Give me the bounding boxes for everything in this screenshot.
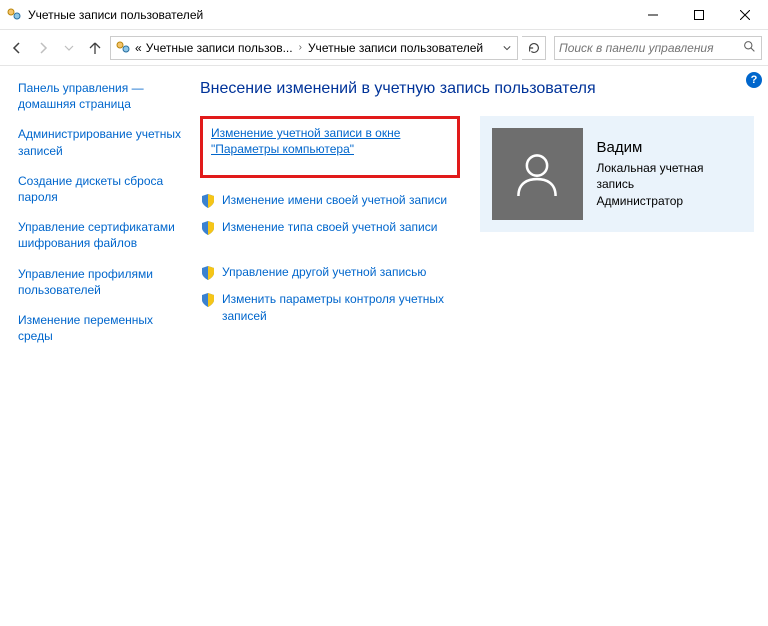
- shield-icon: [200, 292, 216, 308]
- highlight-box: Изменение учетной записи в окне "Парамет…: [200, 116, 460, 178]
- content-row: Изменение учетной записи в окне "Парамет…: [200, 116, 754, 334]
- back-button[interactable]: [6, 37, 28, 59]
- account-info: Вадим Локальная учетная запись Администр…: [597, 139, 743, 209]
- shield-icon: [200, 265, 216, 281]
- breadcrumb[interactable]: « Учетные записи пользов... › Учетные за…: [110, 36, 518, 60]
- maximize-button[interactable]: [676, 0, 722, 29]
- sidebar-link-home[interactable]: Панель управления — домашняя страница: [18, 80, 190, 112]
- link-change-name[interactable]: Изменение имени своей учетной записи: [222, 192, 447, 208]
- breadcrumb-item-2[interactable]: Учетные записи пользователей: [308, 41, 483, 55]
- chevron-right-icon: ›: [297, 42, 304, 53]
- minimize-button[interactable]: [630, 0, 676, 29]
- forward-button[interactable]: [32, 37, 54, 59]
- account-role: Администратор: [597, 193, 743, 209]
- search-box[interactable]: [554, 36, 762, 60]
- close-button[interactable]: [722, 0, 768, 29]
- breadcrumb-icon: [115, 40, 131, 56]
- main: Внесение изменений в учетную запись поль…: [200, 66, 768, 626]
- account-name: Вадим: [597, 139, 743, 156]
- body: ? Панель управления — домашняя страница …: [0, 66, 768, 626]
- breadcrumb-item-1[interactable]: Учетные записи пользов...: [146, 41, 293, 55]
- actions-column: Изменение учетной записи в окне "Парамет…: [200, 116, 460, 334]
- link-change-account-in-settings[interactable]: Изменение учетной записи в окне "Парамет…: [211, 125, 449, 157]
- account-type: Локальная учетная запись: [597, 160, 743, 192]
- recent-dropdown[interactable]: [58, 37, 80, 59]
- refresh-button[interactable]: [522, 36, 546, 60]
- sidebar-link-env-vars[interactable]: Изменение переменных среды: [18, 312, 190, 344]
- search-icon[interactable]: [741, 40, 757, 56]
- link-change-type[interactable]: Изменение типа своей учетной записи: [222, 219, 437, 235]
- navbar: « Учетные записи пользов... › Учетные за…: [0, 30, 768, 66]
- page-title: Внесение изменений в учетную запись поль…: [200, 80, 754, 98]
- search-input[interactable]: [559, 41, 741, 55]
- sidebar-link-user-profiles[interactable]: Управление профилями пользователей: [18, 266, 190, 298]
- link-uac-settings[interactable]: Изменить параметры контроля учетных запи…: [222, 291, 460, 323]
- window-controls: [630, 0, 768, 29]
- window-title: Учетные записи пользователей: [28, 8, 630, 22]
- avatar: [492, 128, 583, 220]
- sidebar-link-password-reset-disk[interactable]: Создание дискеты сброса пароля: [18, 173, 190, 205]
- link-manage-another-account[interactable]: Управление другой учетной записью: [222, 264, 426, 280]
- account-card: Вадим Локальная учетная запись Администр…: [480, 116, 754, 232]
- breadcrumb-dropdown[interactable]: [499, 37, 515, 59]
- shield-icon: [200, 193, 216, 209]
- up-button[interactable]: [84, 37, 106, 59]
- titlebar: Учетные записи пользователей: [0, 0, 768, 30]
- sidebar: Панель управления — домашняя страница Ад…: [0, 66, 200, 626]
- shield-icon: [200, 220, 216, 236]
- sidebar-link-manage-certs[interactable]: Управление сертификатами шифрования файл…: [18, 219, 190, 251]
- breadcrumb-prefix: «: [135, 41, 142, 55]
- app-icon: [6, 7, 22, 23]
- sidebar-link-admin-accounts[interactable]: Администрирование учетных записей: [18, 126, 190, 158]
